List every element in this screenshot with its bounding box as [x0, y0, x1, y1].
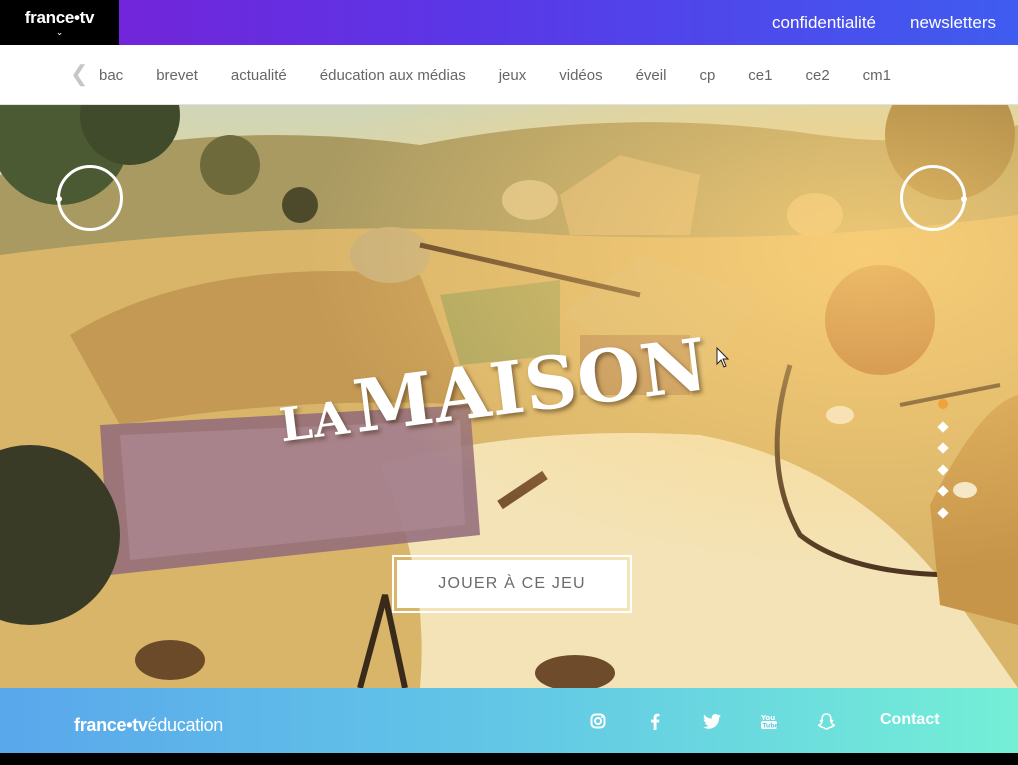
- prev-arrow-icon: [56, 196, 62, 202]
- chevron-left-icon[interactable]: ❮: [70, 61, 88, 87]
- top-links: confidentialité newsletters: [772, 0, 996, 45]
- category-ce1[interactable]: ce1: [748, 67, 772, 84]
- top-bar: france•tv ⌄ confidentialité newsletters: [0, 0, 1018, 45]
- snapchat-icon[interactable]: [815, 710, 837, 732]
- mouse-cursor-icon: [716, 347, 730, 368]
- footer-logo-suffix: éducation: [147, 715, 224, 735]
- hero-slider: LA MAISON JOUER À CE JEU: [0, 105, 1018, 688]
- facebook-icon[interactable]: [644, 710, 666, 732]
- slide-dot-5[interactable]: [937, 485, 949, 497]
- newsletters-link[interactable]: newsletters: [910, 13, 996, 33]
- play-game-label: JOUER À CE JEU: [397, 560, 627, 608]
- game-title-prefix: LA: [276, 390, 353, 453]
- francetv-logo[interactable]: france•tv ⌄: [0, 0, 119, 45]
- footer-logo-brand: france•tv: [74, 715, 148, 735]
- instagram-icon[interactable]: [587, 710, 609, 732]
- prev-slide-button[interactable]: [56, 165, 123, 231]
- slide-dot-6[interactable]: [937, 506, 949, 519]
- slide-dot-4[interactable]: [937, 463, 949, 476]
- play-game-button[interactable]: JOUER À CE JEU: [392, 555, 632, 613]
- next-slide-button[interactable]: [900, 165, 967, 231]
- category-cm1[interactable]: cm1: [863, 67, 891, 84]
- category-cp[interactable]: cp: [699, 67, 715, 84]
- category-jeux[interactable]: jeux: [499, 67, 527, 84]
- category-list: bac brevet actualité éducation aux média…: [99, 45, 924, 105]
- category-brevet[interactable]: brevet: [156, 67, 198, 84]
- logo-text: france•tv: [24, 8, 95, 27]
- category-ce2[interactable]: ce2: [805, 67, 829, 84]
- svg-text:You: You: [760, 714, 775, 722]
- contact-link[interactable]: Contact: [880, 711, 940, 729]
- svg-text:Tube: Tube: [763, 723, 779, 730]
- category-videos[interactable]: vidéos: [559, 67, 602, 84]
- slide-dot-2[interactable]: [937, 420, 949, 433]
- confidentiality-link[interactable]: confidentialité: [772, 13, 876, 33]
- francetv-education-logo[interactable]: france•tvéducation: [74, 715, 223, 736]
- slide-dot-1[interactable]: [938, 399, 948, 409]
- youtube-icon[interactable]: You Tube: [758, 710, 780, 732]
- twitter-icon[interactable]: [701, 710, 723, 732]
- slide-dot-3[interactable]: [937, 442, 949, 454]
- slide-indicators: [937, 399, 949, 530]
- category-education-medias[interactable]: éducation aux médias: [320, 67, 466, 84]
- next-arrow-icon: [961, 196, 967, 202]
- bottom-strip: [0, 753, 1018, 765]
- footer: france•tvéducation You Tube Contact: [0, 688, 1018, 753]
- category-eveil[interactable]: éveil: [636, 67, 667, 84]
- chevron-down-icon[interactable]: ⌄: [56, 28, 64, 37]
- category-bac[interactable]: bac: [99, 67, 123, 84]
- social-links: You Tube: [587, 710, 872, 732]
- category-nav: ❮ bac brevet actualité éducation aux méd…: [0, 45, 1018, 105]
- category-actualite[interactable]: actualité: [231, 67, 287, 84]
